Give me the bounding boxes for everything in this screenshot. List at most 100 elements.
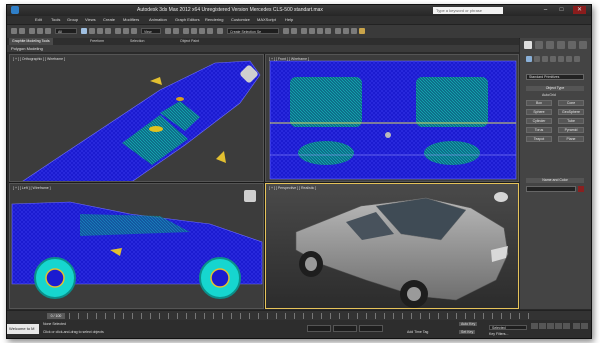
- render-production-icon[interactable]: [359, 28, 365, 34]
- search-input[interactable]: Type a keyword or phrase: [433, 7, 503, 14]
- mirror-icon[interactable]: [283, 28, 289, 34]
- menu-item[interactable]: Modifiers: [123, 16, 139, 24]
- pyramid-button[interactable]: Pyramid: [558, 127, 584, 133]
- modify-tab-icon[interactable]: [535, 41, 543, 49]
- teapot-button[interactable]: Teapot: [526, 136, 552, 142]
- create-tab-icon[interactable]: [524, 41, 532, 49]
- geosphere-button[interactable]: GeoSphere: [558, 109, 584, 115]
- snap-toggle-icon[interactable]: [183, 28, 189, 34]
- viewport-perspective[interactable]: [ + ] [ Perspective ] [ Realistic ]: [265, 183, 519, 309]
- pan-icon[interactable]: [581, 323, 588, 329]
- plane-button[interactable]: Plane: [558, 136, 584, 142]
- next-frame-icon[interactable]: [555, 323, 562, 329]
- minimize-button[interactable]: –: [539, 6, 552, 14]
- utilities-tab-icon[interactable]: [579, 41, 587, 49]
- maximize-button[interactable]: □: [555, 6, 568, 14]
- menu-item[interactable]: Customize: [231, 16, 250, 24]
- object-color-swatch[interactable]: [578, 186, 584, 192]
- x-coordinate-field[interactable]: [307, 325, 331, 332]
- time-slider[interactable]: 0 / 100: [47, 313, 65, 319]
- align-icon[interactable]: [291, 28, 297, 34]
- viewport-label[interactable]: [ + ] [ Front ] [ Wireframe ]: [269, 57, 309, 61]
- object-name-field[interactable]: [526, 186, 576, 192]
- menu-item[interactable]: Tools: [51, 16, 60, 24]
- spinner-snap-icon[interactable]: [207, 28, 213, 34]
- maxscript-listener[interactable]: Welcome to M: [7, 324, 39, 334]
- schematic-view-icon[interactable]: [325, 28, 331, 34]
- torus-button[interactable]: Torus: [526, 127, 552, 133]
- close-button[interactable]: ✕: [573, 6, 586, 14]
- previous-frame-icon[interactable]: [539, 323, 546, 329]
- object-type-rollout[interactable]: Object Type: [526, 86, 584, 91]
- redo-icon[interactable]: [19, 28, 25, 34]
- shapes-icon[interactable]: [534, 56, 540, 62]
- viewport-left[interactable]: [ + ] [ Left ] [ Wireframe ]: [9, 183, 264, 309]
- menu-item[interactable]: Views: [85, 16, 96, 24]
- rotate-icon[interactable]: [123, 28, 129, 34]
- viewport-label[interactable]: [ + ] [ Perspective ] [ Realistic ]: [269, 186, 316, 190]
- curve-editor-icon[interactable]: [317, 28, 323, 34]
- undo-icon[interactable]: [11, 28, 17, 34]
- auto-key-button[interactable]: Auto Key: [459, 322, 478, 326]
- edit-named-selection-icon[interactable]: [217, 28, 223, 34]
- viewcube-icon[interactable]: [494, 192, 508, 202]
- menu-item[interactable]: Create: [103, 16, 115, 24]
- menu-item[interactable]: Group: [67, 16, 78, 24]
- tab-selection[interactable]: Selection: [127, 38, 147, 45]
- selection-filter-dropdown[interactable]: All: [55, 28, 77, 34]
- rectangular-selection-icon[interactable]: [97, 28, 103, 34]
- track-bar[interactable]: [69, 313, 529, 319]
- key-filters-button[interactable]: Key Filters...: [489, 332, 508, 336]
- play-icon[interactable]: [547, 323, 554, 329]
- hierarchy-tab-icon[interactable]: [546, 41, 554, 49]
- render-setup-icon[interactable]: [343, 28, 349, 34]
- menu-item[interactable]: MAXScript: [257, 16, 276, 24]
- viewcube-icon[interactable]: [244, 190, 256, 202]
- tab-object-paint[interactable]: Object Paint: [177, 38, 202, 45]
- layer-manager-icon[interactable]: [301, 28, 307, 34]
- move-icon[interactable]: [115, 28, 121, 34]
- select-by-name-icon[interactable]: [89, 28, 95, 34]
- viewport-front[interactable]: [ + ] [ Front ] [ Wireframe ]: [265, 54, 519, 182]
- window-crossing-icon[interactable]: [105, 28, 111, 34]
- menu-item[interactable]: Animation: [149, 16, 167, 24]
- graphite-toggle-icon[interactable]: [309, 28, 315, 34]
- category-dropdown[interactable]: Standard Primitives: [526, 74, 584, 80]
- lights-icon[interactable]: [542, 56, 548, 62]
- angle-snap-icon[interactable]: [191, 28, 197, 34]
- menu-item[interactable]: Rendering: [205, 16, 223, 24]
- autogrid-checkbox[interactable]: AutoGrid: [542, 93, 556, 97]
- name-and-color-rollout[interactable]: Name and Color: [526, 178, 584, 183]
- pivot-center-icon[interactable]: [165, 28, 171, 34]
- box-button[interactable]: Box: [526, 100, 552, 106]
- tab-graphite-modeling-tools[interactable]: Graphite Modeling Tools: [9, 38, 53, 45]
- cylinder-button[interactable]: Cylinder: [526, 118, 552, 124]
- cameras-icon[interactable]: [550, 56, 556, 62]
- material-editor-icon[interactable]: [335, 28, 341, 34]
- menu-item[interactable]: Edit: [35, 16, 42, 24]
- go-to-end-icon[interactable]: [563, 323, 570, 329]
- motion-tab-icon[interactable]: [557, 41, 565, 49]
- select-manipulate-icon[interactable]: [173, 28, 179, 34]
- select-object-icon[interactable]: [81, 28, 87, 34]
- reference-coordinate-dropdown[interactable]: View: [141, 28, 161, 34]
- menu-item[interactable]: Graph Editors: [175, 16, 200, 24]
- bind-space-warp-icon[interactable]: [45, 28, 51, 34]
- zoom-icon[interactable]: [573, 323, 580, 329]
- tab-freeform[interactable]: Freeform: [87, 38, 107, 45]
- set-key-button[interactable]: Set Key: [459, 330, 476, 334]
- ribbon-panel-label[interactable]: Polygon Modeling: [11, 45, 43, 52]
- z-coordinate-field[interactable]: [359, 325, 383, 332]
- rendered-frame-window-icon[interactable]: [351, 28, 357, 34]
- unlink-icon[interactable]: [37, 28, 43, 34]
- cone-button[interactable]: Cone: [558, 100, 584, 106]
- systems-icon[interactable]: [574, 56, 580, 62]
- go-to-start-icon[interactable]: [531, 323, 538, 329]
- link-icon[interactable]: [29, 28, 35, 34]
- viewport-label[interactable]: [ + ] [ Left ] [ Wireframe ]: [13, 186, 51, 190]
- display-tab-icon[interactable]: [568, 41, 576, 49]
- add-time-tag-button[interactable]: Add Time Tag: [407, 330, 428, 334]
- viewport-orthographic[interactable]: [ + ] [ Orthographic ] [ Wireframe ]: [9, 54, 264, 182]
- geometry-icon[interactable]: [526, 56, 532, 62]
- scale-icon[interactable]: [131, 28, 137, 34]
